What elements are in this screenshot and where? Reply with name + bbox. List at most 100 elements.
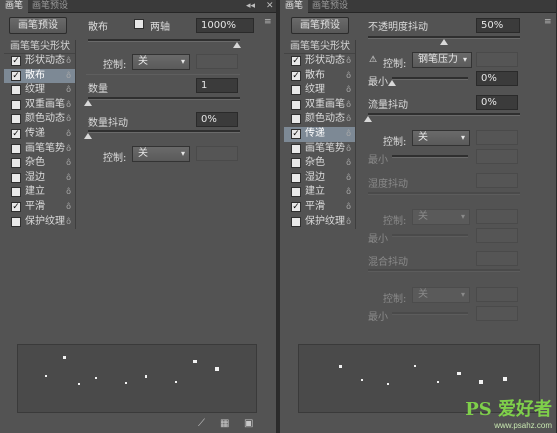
brush-option-item[interactable]: 保护纹理 ô xyxy=(4,215,75,230)
brush-presets-button[interactable]: 画笔预设 xyxy=(9,17,67,34)
scatter-value-field[interactable]: 1000% xyxy=(196,18,254,33)
brush-option-item[interactable]: 颜色动态 ô xyxy=(284,112,355,127)
flow-min-slider[interactable] xyxy=(392,155,468,158)
scatter-control-select[interactable]: 关 ▾ xyxy=(132,54,190,70)
lock-icon[interactable]: ô xyxy=(66,215,71,230)
brush-option-checkbox[interactable] xyxy=(11,158,21,169)
lock-icon[interactable]: ô xyxy=(346,54,351,69)
flow-control-select[interactable]: 关 ▾ xyxy=(412,130,470,146)
brush-option-item[interactable]: 建立 ô xyxy=(284,185,355,200)
flow-jitter-slider[interactable] xyxy=(364,113,520,122)
lock-icon[interactable]: ô xyxy=(66,112,71,127)
brush-option-item[interactable]: ✓ 散布 ô xyxy=(284,69,355,84)
brush-option-checkbox[interactable] xyxy=(11,172,21,183)
lock-icon[interactable]: ô xyxy=(346,142,351,157)
brush-tip-shape-item[interactable]: 画笔笔尖形状 xyxy=(4,40,75,54)
brush-option-checkbox[interactable]: ✓ xyxy=(11,201,21,212)
brush-tip-shape-item[interactable]: 画笔笔尖形状 xyxy=(284,40,355,54)
brush-option-item[interactable]: ✓ 传递 ô xyxy=(284,126,355,142)
opacity-jitter-value-field[interactable]: 50% xyxy=(476,18,520,33)
opacity-jitter-slider[interactable] xyxy=(368,36,520,45)
brush-option-checkbox[interactable] xyxy=(291,143,301,154)
brush-option-checkbox[interactable] xyxy=(11,187,21,198)
count-slider-thumb[interactable] xyxy=(84,100,92,106)
brush-option-item[interactable]: 画笔笔势 ô xyxy=(284,142,355,157)
lock-icon[interactable]: ô xyxy=(346,171,351,186)
brush-option-item[interactable]: ✓ 形状动态 ô xyxy=(4,54,75,69)
flow-jitter-slider-thumb[interactable] xyxy=(364,116,372,122)
lock-icon[interactable]: ô xyxy=(66,54,71,69)
count-jitter-value-field[interactable]: 0% xyxy=(196,112,238,127)
brush-option-item[interactable]: 双重画笔 ô xyxy=(284,98,355,113)
lock-icon[interactable]: ô xyxy=(346,215,351,230)
brush-option-item[interactable]: ✓ 传递 ô xyxy=(4,127,75,142)
count-jitter-slider[interactable] xyxy=(84,130,240,139)
new-brush-icon[interactable]: ▣ xyxy=(244,418,253,429)
opacity-min-slider-thumb[interactable] xyxy=(388,80,396,86)
brush-option-checkbox[interactable] xyxy=(291,216,301,227)
brush-option-item[interactable]: 画笔笔势 ô xyxy=(4,142,75,157)
brush-option-checkbox[interactable]: ✓ xyxy=(291,201,301,212)
lock-icon[interactable]: ô xyxy=(346,127,351,142)
tab-brush[interactable]: 画笔 xyxy=(0,0,29,13)
brush-option-item[interactable]: ✓ 散布 ô xyxy=(4,68,75,84)
brush-option-item[interactable]: 保护纹理 ô xyxy=(284,215,355,230)
brush-option-checkbox[interactable] xyxy=(11,114,21,125)
brush-option-item[interactable]: 纹理 ô xyxy=(284,83,355,98)
lock-icon[interactable]: ô xyxy=(66,83,71,98)
brush-option-item[interactable]: ✓ 形状动态 ô xyxy=(284,54,355,69)
scatter-slider-thumb[interactable] xyxy=(233,42,241,48)
lock-icon[interactable]: ô xyxy=(66,69,71,84)
close-icon[interactable]: ✕ xyxy=(266,0,274,13)
brush-option-item[interactable]: 杂色 ô xyxy=(284,156,355,171)
grid-icon[interactable]: ▦ xyxy=(220,418,229,429)
brush-option-item[interactable]: ✓ 平滑 ô xyxy=(4,200,75,215)
brush-option-item[interactable]: 纹理 ô xyxy=(4,83,75,98)
tab-brush-presets[interactable]: 画笔预设 xyxy=(27,0,73,13)
lock-icon[interactable]: ô xyxy=(346,156,351,171)
opacity-min-value-field[interactable]: 0% xyxy=(476,71,518,86)
brush-option-item[interactable]: 湿边 ô xyxy=(4,171,75,186)
tab-brush[interactable]: 画笔 xyxy=(280,0,309,13)
lock-icon[interactable]: ô xyxy=(66,185,71,200)
brush-option-item[interactable]: 杂色 ô xyxy=(4,156,75,171)
lock-icon[interactable]: ô xyxy=(346,200,351,215)
lock-icon[interactable]: ô xyxy=(66,171,71,186)
brush-option-item[interactable]: ✓ 平滑 ô xyxy=(284,200,355,215)
brush-option-checkbox[interactable] xyxy=(291,85,301,96)
brush-option-item[interactable]: 颜色动态 ô xyxy=(4,112,75,127)
lock-icon[interactable]: ô xyxy=(346,69,351,84)
brush-option-item[interactable]: 湿边 ô xyxy=(284,171,355,186)
lock-icon[interactable]: ô xyxy=(66,142,71,157)
count-jitter-slider-thumb[interactable] xyxy=(84,133,92,139)
brush-option-checkbox[interactable]: ✓ xyxy=(11,56,21,66)
brush-option-checkbox[interactable]: ✓ xyxy=(11,70,21,81)
brush-option-checkbox[interactable] xyxy=(291,158,301,169)
count-control-select[interactable]: 关 ▾ xyxy=(132,146,190,162)
brush-option-checkbox[interactable] xyxy=(291,114,301,125)
brush-option-checkbox[interactable]: ✓ xyxy=(291,128,301,139)
brush-option-checkbox[interactable] xyxy=(291,187,301,198)
opacity-jitter-slider-thumb[interactable] xyxy=(440,39,448,45)
flow-jitter-value-field[interactable]: 0% xyxy=(476,95,518,110)
count-value-field[interactable]: 1 xyxy=(196,78,238,93)
opacity-control-select[interactable]: 钢笔压力 ▾ xyxy=(412,52,472,68)
lock-icon[interactable]: ô xyxy=(66,200,71,215)
brush-option-item[interactable]: 双重画笔 ô xyxy=(4,98,75,113)
brush-option-checkbox[interactable] xyxy=(291,172,301,183)
lock-icon[interactable]: ô xyxy=(66,98,71,113)
lock-icon[interactable]: ô xyxy=(66,127,71,142)
toggle-brush-icon[interactable]: ⟋ xyxy=(198,418,205,429)
count-slider[interactable] xyxy=(84,97,240,106)
menu-icon[interactable]: ≡ xyxy=(264,16,272,29)
opacity-min-slider[interactable] xyxy=(388,77,468,86)
brush-option-checkbox[interactable]: ✓ xyxy=(291,56,301,66)
lock-icon[interactable]: ô xyxy=(346,98,351,113)
lock-icon[interactable]: ô xyxy=(346,83,351,98)
brush-option-checkbox[interactable]: ✓ xyxy=(291,70,301,81)
brush-option-checkbox[interactable] xyxy=(291,99,301,110)
lock-icon[interactable]: ô xyxy=(66,156,71,171)
lock-icon[interactable]: ô xyxy=(346,112,351,127)
brush-option-checkbox[interactable] xyxy=(11,143,21,154)
brush-option-checkbox[interactable] xyxy=(11,216,21,227)
